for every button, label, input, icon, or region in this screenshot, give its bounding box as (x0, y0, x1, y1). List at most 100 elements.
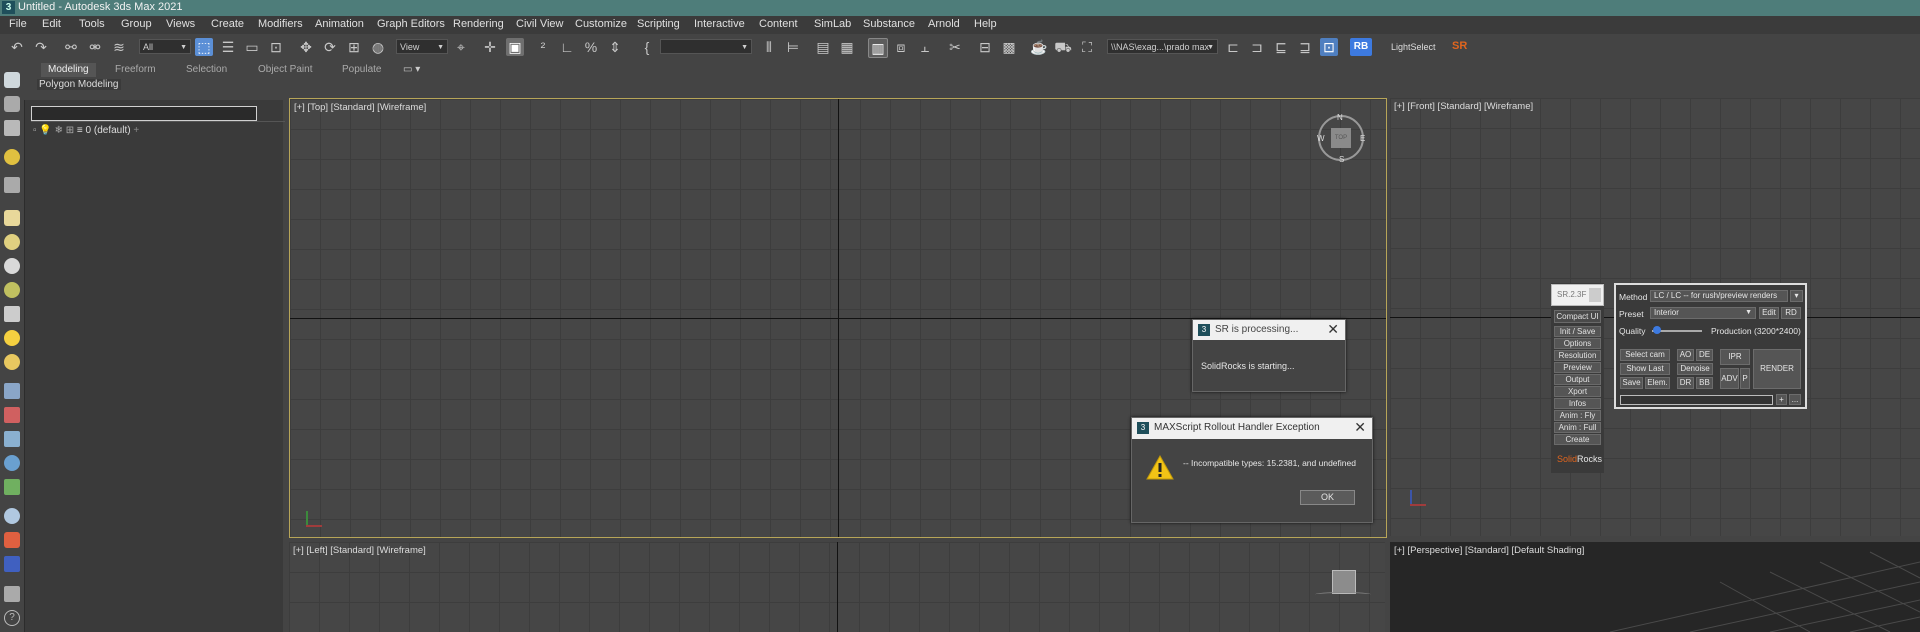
resolution-button[interactable]: Resolution (1554, 350, 1601, 361)
expand-icon[interactable]: ▫ (33, 125, 37, 136)
angle-snap-icon[interactable]: ∟ (558, 38, 576, 56)
sr-button[interactable]: SR (1452, 40, 1467, 52)
keyboard-shortcut-icon[interactable]: ▣ (506, 38, 524, 56)
project-open-icon[interactable]: ⊐ (1248, 38, 1266, 56)
lightselect-button[interactable]: LightSelect (1391, 42, 1436, 52)
elem-button[interactable]: Elem. (1645, 377, 1670, 389)
bb-button[interactable]: BB (1696, 377, 1713, 389)
menu-interactive[interactable]: Interactive (694, 18, 745, 30)
render-setup-icon[interactable]: ⊟ (976, 38, 994, 56)
layer-explorer-icon[interactable]: ▤ (814, 38, 832, 56)
modify-panel-icon[interactable] (4, 120, 20, 136)
align-icon[interactable]: ⊨ (784, 38, 802, 56)
mirror-icon[interactable]: ⫴ (760, 38, 778, 56)
snap-toggle-icon[interactable]: ² (534, 38, 552, 56)
render-button[interactable]: RENDER (1753, 349, 1801, 389)
more-button[interactable]: ... (1789, 394, 1801, 405)
unlink-icon[interactable]: ⚮ (86, 38, 104, 56)
menu-group[interactable]: Group (121, 18, 152, 30)
helper-icon[interactable] (4, 431, 20, 447)
menu-scripting[interactable]: Scripting (637, 18, 680, 30)
menu-views[interactable]: Views (166, 18, 195, 30)
camera-icon[interactable] (4, 556, 20, 572)
tab-populate[interactable]: Populate (342, 63, 381, 77)
sphere-icon[interactable] (4, 234, 20, 250)
anim-fly-button[interactable]: Anim : Fly (1554, 410, 1601, 421)
select-object-icon[interactable]: ⬚ (195, 38, 213, 56)
place-icon[interactable]: ◍ (369, 38, 387, 56)
pivot-center-icon[interactable]: ⌖ (452, 38, 470, 56)
viewcube-icon[interactable] (1332, 570, 1356, 594)
torus-icon[interactable] (4, 354, 20, 370)
redo-icon[interactable]: ↷ (32, 38, 50, 56)
ao-button[interactable]: AO (1677, 349, 1694, 361)
menu-modifiers[interactable]: Modifiers (258, 18, 303, 30)
menu-animation[interactable]: Animation (315, 18, 364, 30)
rotate-icon[interactable]: ⟳ (321, 38, 339, 56)
light-bulb-icon[interactable] (4, 149, 20, 165)
menu-graph-editors[interactable]: Graph Editors (377, 18, 445, 30)
menu-customize[interactable]: Customize (575, 18, 627, 30)
render-iterative-icon[interactable]: ⛟ (1054, 38, 1072, 56)
project-active-icon[interactable]: ⊡ (1320, 38, 1338, 56)
light-bulb-icon[interactable]: 💡 (39, 125, 51, 136)
menu-simlab[interactable]: SimLab (814, 18, 851, 30)
rect-selection-icon[interactable]: ▭ (243, 38, 261, 56)
tab-freeform[interactable]: Freeform (115, 63, 156, 77)
select-manipulate-icon[interactable]: ✛ (481, 38, 499, 56)
compact-ui-button[interactable]: Compact UI (1554, 310, 1601, 323)
add-icon[interactable]: + (133, 125, 139, 136)
selection-filter-dropdown[interactable]: All ▼ (139, 39, 191, 54)
viewport-perspective[interactable]: [+] [Perspective] [Standard] [Default Sh… (1390, 542, 1920, 632)
xport-button[interactable]: Xport (1554, 386, 1601, 397)
infos-button[interactable]: Infos (1554, 398, 1601, 409)
save-button[interactable]: Save (1620, 377, 1643, 389)
named-selection-dropdown[interactable]: ▼ (660, 39, 752, 54)
close-icon[interactable]: ✕ (1354, 419, 1366, 436)
de-button[interactable]: DE (1696, 349, 1713, 361)
render-frame-icon[interactable]: ▩ (1000, 38, 1018, 56)
p-button[interactable]: P (1740, 368, 1750, 389)
box-icon[interactable] (4, 210, 20, 226)
menu-help[interactable]: Help (974, 18, 997, 30)
tab-modeling[interactable]: Modeling (41, 63, 96, 77)
options-button[interactable]: Options (1554, 338, 1601, 349)
help-icon[interactable]: ? (4, 610, 20, 626)
ref-coord-dropdown[interactable]: View ▼ (396, 39, 448, 54)
polygon-modeling-label[interactable]: Polygon Modeling (37, 79, 121, 90)
scene-explorer-icon[interactable]: ▦ (838, 38, 856, 56)
preset-dropdown[interactable]: Interior ▼ (1650, 307, 1756, 319)
ribbon-options-icon[interactable]: ▭ ▾ (403, 63, 420, 77)
menu-content[interactable]: Content (759, 18, 798, 30)
viewcube-face[interactable]: TOP (1331, 128, 1351, 148)
particles-icon[interactable] (4, 532, 20, 548)
menu-arnold[interactable]: Arnold (928, 18, 960, 30)
menu-rendering[interactable]: Rendering (453, 18, 504, 30)
viewcube-compass[interactable]: N S E W TOP (1317, 113, 1366, 164)
rb-button[interactable]: RB (1350, 38, 1372, 56)
percent-snap-icon[interactable]: % (582, 38, 600, 56)
layer-row[interactable]: ▫ 💡 ❄ ⊞ ≡ 0 (default) + (33, 125, 139, 136)
adv-button[interactable]: ADV (1720, 368, 1739, 389)
render-production-icon[interactable]: ☕ (1030, 38, 1048, 56)
select-by-name-icon[interactable]: ☰ (219, 38, 237, 56)
project-folder-icon[interactable]: ⊏ (1224, 38, 1242, 56)
close-icon[interactable]: ✕ (1327, 321, 1339, 338)
globe-icon[interactable] (4, 508, 20, 524)
display-panel-icon[interactable] (4, 177, 20, 193)
chevron-down-icon[interactable]: ▾ (1790, 290, 1803, 302)
show-last-button[interactable]: Show Last (1620, 363, 1670, 375)
bind-space-warp-icon[interactable]: ≋ (110, 38, 128, 56)
method-dropdown[interactable]: LC / LC -- for rush/preview renders (1650, 290, 1788, 302)
window-crossing-icon[interactable]: ⊡ (267, 38, 285, 56)
output-button[interactable]: Output (1554, 374, 1601, 385)
quality-slider-thumb[interactable] (1652, 326, 1661, 334)
material-editor-icon[interactable]: ✂ (946, 38, 964, 56)
viewport-label-front[interactable]: [+] [Front] [Standard] [Wireframe] (1394, 101, 1533, 112)
search-input[interactable] (31, 106, 257, 121)
render-in-cloud-icon[interactable]: ⛶ (1078, 38, 1096, 56)
toggle-ribbon-icon[interactable]: ▥ (868, 38, 888, 58)
cylinder-icon[interactable] (4, 258, 20, 274)
menu-edit[interactable]: Edit (42, 18, 61, 30)
schematic-view-icon[interactable]: ⧈ (892, 38, 910, 56)
